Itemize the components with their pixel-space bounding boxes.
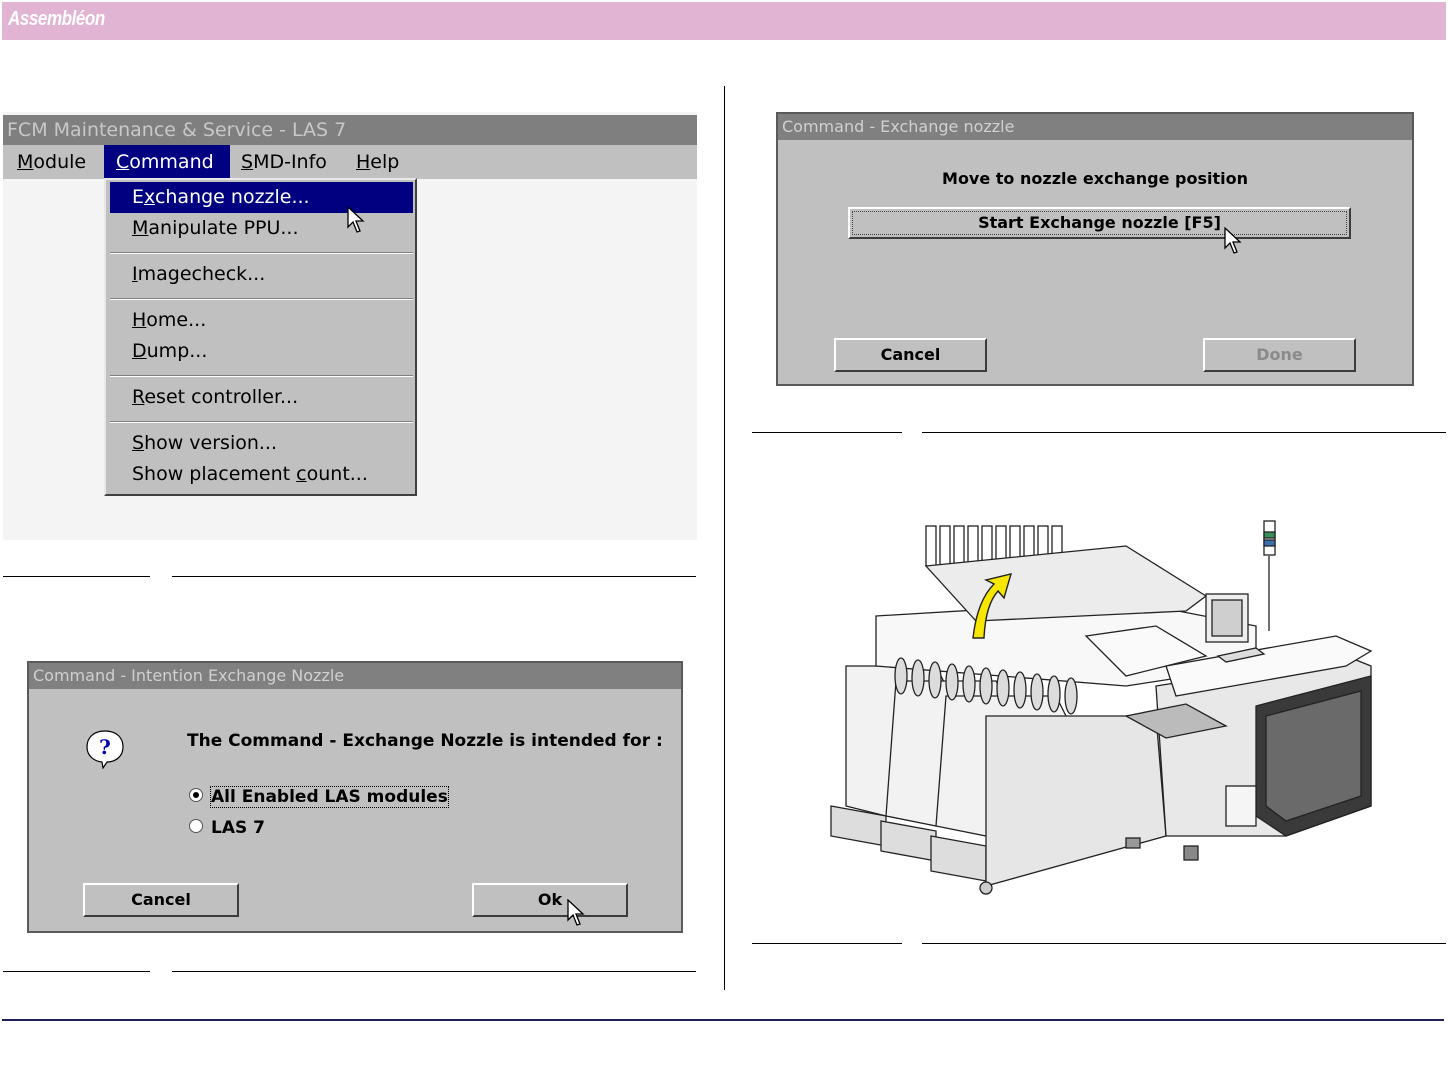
header-bar: [2, 2, 1446, 40]
menu-separator: [110, 298, 413, 300]
menu-item-show-placement-count[interactable]: Show placement count...: [110, 459, 413, 490]
cancel-button[interactable]: Cancel: [834, 338, 987, 372]
menu-command[interactable]: Command: [104, 145, 230, 179]
column-divider: [724, 86, 725, 990]
menu-separator: [110, 375, 413, 377]
caption-rule: [752, 432, 902, 433]
window-title: FCM Maintenance & Service - LAS 7: [3, 115, 697, 145]
dialog-message: Move to nozzle exchange position: [942, 169, 1248, 188]
radio-selected-icon: [189, 788, 203, 802]
dialog-title: Command - Exchange nozzle: [778, 114, 1412, 140]
mouse-cursor-icon: [567, 899, 585, 926]
dialog-message: The Command - Exchange Nozzle is intende…: [187, 731, 663, 751]
menu-item-imagecheck[interactable]: Imagecheck...: [110, 259, 413, 290]
menu-module[interactable]: Module: [5, 145, 98, 179]
command-dropdown: Exchange nozzle... Manipulate PPU... Ima…: [104, 178, 417, 496]
menu-item-dump[interactable]: Dump...: [110, 336, 413, 367]
mouse-cursor-icon: [347, 206, 365, 233]
footer-line: [2, 1019, 1444, 1021]
menu-help[interactable]: Help: [344, 145, 411, 179]
caption-rule: [752, 943, 902, 944]
start-exchange-nozzle-button[interactable]: Start Exchange nozzle [F5]: [848, 207, 1351, 239]
placement-machine-illustration: [830, 520, 1373, 895]
menu-smd-info[interactable]: SMD-Info: [229, 145, 339, 179]
menu-item-manipulate-ppu[interactable]: Manipulate PPU...: [110, 213, 413, 244]
caption-rule: [172, 971, 696, 972]
done-button[interactable]: Done: [1203, 338, 1356, 372]
caption-rule: [922, 943, 1446, 944]
question-icon: ?: [86, 730, 124, 769]
radio-unselected-icon: [189, 819, 203, 833]
menu-item-exchange-nozzle[interactable]: Exchange nozzle...: [110, 182, 413, 213]
mouse-cursor-icon: [1224, 227, 1242, 254]
brand-logo: Assembléon: [8, 8, 105, 30]
caption-rule: [172, 576, 696, 577]
ok-button[interactable]: Ok: [472, 883, 628, 917]
menubar: Module Command SMD-Info Help: [3, 145, 697, 179]
caption-rule: [3, 576, 150, 577]
dialog-title: Command - Intention Exchange Nozzle: [29, 663, 681, 689]
radio-all-enabled-las[interactable]: All Enabled LAS modules: [189, 785, 449, 809]
caption-rule: [3, 971, 150, 972]
svg-text:?: ?: [99, 735, 111, 759]
menu-separator: [110, 252, 413, 254]
radio-las-7[interactable]: LAS 7: [189, 816, 265, 840]
maintenance-window: FCM Maintenance & Service - LAS 7 Module…: [3, 112, 697, 540]
menu-item-show-version[interactable]: Show version...: [110, 428, 413, 459]
cancel-button[interactable]: Cancel: [83, 883, 239, 917]
intention-dialog: Command - Intention Exchange Nozzle ? Th…: [27, 661, 683, 933]
caption-rule: [922, 432, 1446, 433]
menu-item-home[interactable]: Home...: [110, 305, 413, 336]
exchange-nozzle-dialog: Command - Exchange nozzle Move to nozzle…: [776, 112, 1414, 386]
menu-separator: [110, 421, 413, 423]
menu-item-reset-controller[interactable]: Reset controller...: [110, 382, 413, 413]
